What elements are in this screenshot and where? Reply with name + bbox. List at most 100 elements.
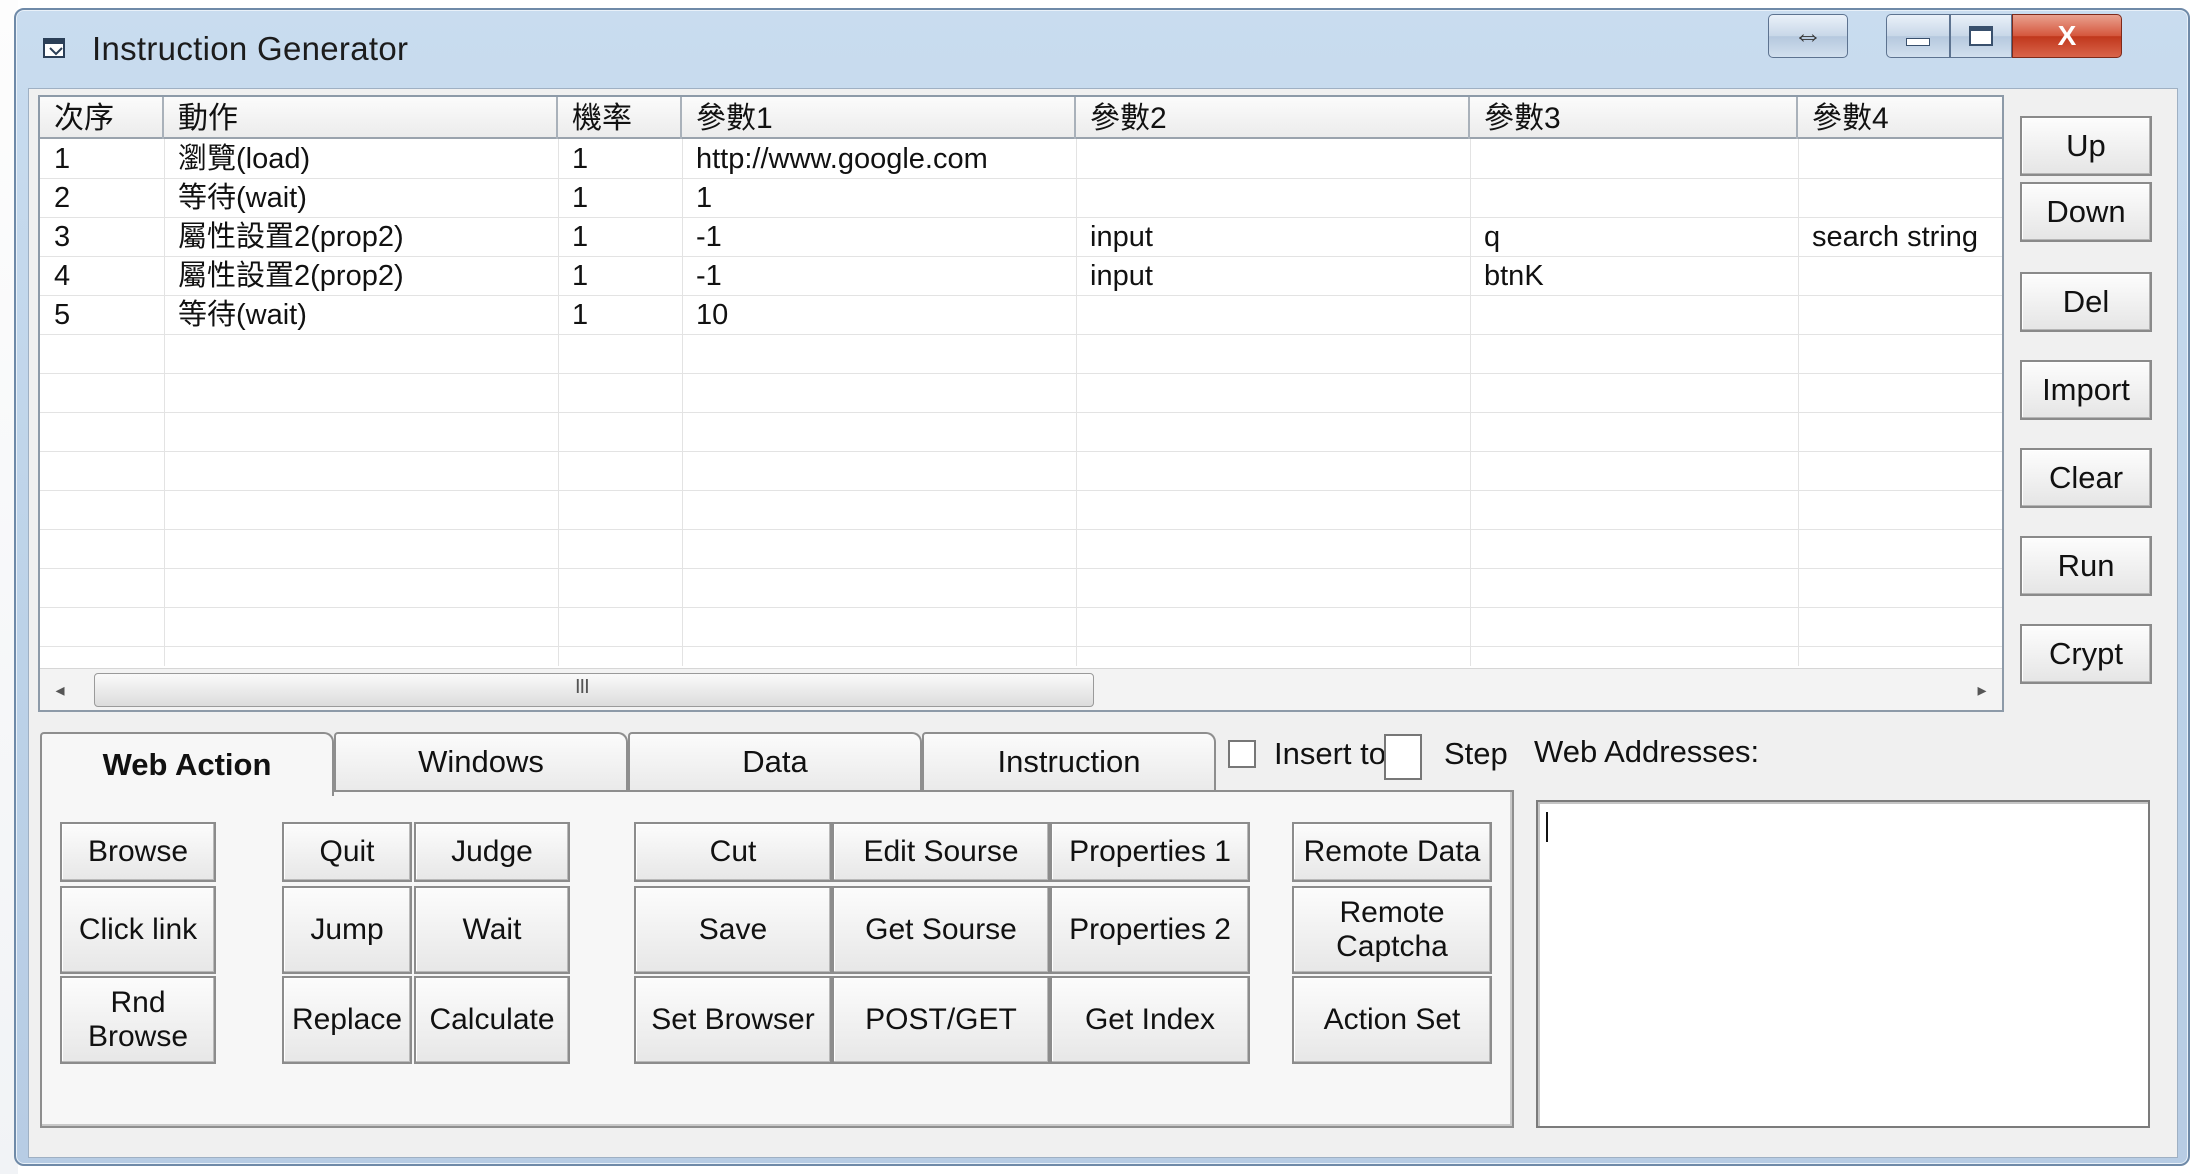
cell-param1[interactable]: -1: [682, 217, 1076, 256]
table-row[interactable]: [40, 334, 2002, 374]
table-row[interactable]: [40, 373, 2002, 413]
crypt-button[interactable]: Crypt: [2020, 624, 2152, 684]
tab-web-action[interactable]: Web Action: [40, 732, 334, 796]
close-button[interactable]: X: [2012, 14, 2122, 58]
tab-windows[interactable]: Windows: [334, 732, 628, 790]
table-row[interactable]: [40, 607, 2002, 647]
properties-1-button[interactable]: Properties 1: [1050, 822, 1250, 882]
cell-param4[interactable]: [1798, 139, 2002, 178]
quit-button[interactable]: Quit: [282, 822, 412, 882]
web-addresses-textbox[interactable]: [1536, 800, 2150, 1128]
remote-captcha-button[interactable]: Remote Captcha: [1292, 886, 1492, 974]
table-row[interactable]: [40, 490, 2002, 530]
table-row[interactable]: 5 等待(wait) 1 10: [40, 295, 2002, 335]
action-set-button[interactable]: Action Set: [1292, 976, 1492, 1064]
cell-param2[interactable]: [1076, 178, 1470, 217]
post-get-button[interactable]: POST/GET: [832, 976, 1050, 1064]
step-input[interactable]: [1384, 734, 1422, 780]
cell-action[interactable]: 等待(wait): [164, 178, 558, 217]
cell-param3[interactable]: [1470, 178, 1798, 217]
table-row[interactable]: 3 屬性設置2(prop2) 1 -1 input q search string: [40, 217, 2002, 257]
cell-probability[interactable]: 1: [558, 217, 682, 256]
cell-param2[interactable]: input: [1076, 256, 1470, 295]
insert-to-checkbox[interactable]: [1228, 740, 1256, 768]
cell-param2[interactable]: [1076, 295, 1470, 334]
cell-action[interactable]: 瀏覽(load): [164, 139, 558, 178]
resize-toggle-button[interactable]: ⇔: [1768, 14, 1848, 58]
table-row[interactable]: [40, 568, 2002, 608]
table-row[interactable]: [40, 412, 2002, 452]
column-header-param3[interactable]: 參數3: [1470, 97, 1798, 139]
column-header-param1[interactable]: 參數1: [682, 97, 1076, 139]
cell-action[interactable]: 屬性設置2(prop2): [164, 256, 558, 295]
scroll-right-arrow-icon[interactable]: ▸: [1970, 677, 1994, 703]
up-button[interactable]: Up: [2020, 116, 2152, 176]
cell-param2[interactable]: input: [1076, 217, 1470, 256]
maximize-button[interactable]: [1950, 14, 2012, 58]
table-row[interactable]: 4 屬性設置2(prop2) 1 -1 input btnK: [40, 256, 2002, 296]
column-header-order[interactable]: 次序: [40, 97, 164, 139]
import-button[interactable]: Import: [2020, 360, 2152, 420]
table-row[interactable]: 1 瀏覽(load) 1 http://www.google.com: [40, 139, 2002, 179]
save-button[interactable]: Save: [634, 886, 832, 974]
cell-param1[interactable]: 1: [682, 178, 1076, 217]
cell-probability[interactable]: 1: [558, 178, 682, 217]
cell-param4[interactable]: [1798, 295, 2002, 334]
double-arrow-icon: ⇔: [1793, 19, 1823, 52]
rnd-browse-button[interactable]: Rnd Browse: [60, 976, 216, 1064]
cell-order[interactable]: 1: [40, 139, 164, 178]
jump-button[interactable]: Jump: [282, 886, 412, 974]
calculate-button[interactable]: Calculate: [414, 976, 570, 1064]
tab-data[interactable]: Data: [628, 732, 922, 790]
run-button[interactable]: Run: [2020, 536, 2152, 596]
edit-source-button[interactable]: Edit Sourse: [832, 822, 1050, 882]
minimize-button[interactable]: [1886, 14, 1950, 58]
cell-param1[interactable]: 10: [682, 295, 1076, 334]
cell-param1[interactable]: -1: [682, 256, 1076, 295]
browse-button[interactable]: Browse: [60, 822, 216, 882]
properties-2-button[interactable]: Properties 2: [1050, 886, 1250, 974]
tab-instruction[interactable]: Instruction: [922, 732, 1216, 790]
cell-action[interactable]: 等待(wait): [164, 295, 558, 334]
cell-param3[interactable]: q: [1470, 217, 1798, 256]
cell-probability[interactable]: 1: [558, 139, 682, 178]
cell-param3[interactable]: btnK: [1470, 256, 1798, 295]
cell-param4[interactable]: search string: [1798, 217, 2002, 256]
cell-param3[interactable]: [1470, 295, 1798, 334]
click-link-button[interactable]: Click link: [60, 886, 216, 974]
scroll-left-arrow-icon[interactable]: ◂: [48, 677, 72, 703]
wait-button[interactable]: Wait: [414, 886, 570, 974]
cell-param1[interactable]: http://www.google.com: [682, 139, 1076, 178]
set-browser-button[interactable]: Set Browser: [634, 976, 832, 1064]
cell-param2[interactable]: [1076, 139, 1470, 178]
column-header-param2[interactable]: 參數2: [1076, 97, 1470, 139]
cell-action[interactable]: 屬性設置2(prop2): [164, 217, 558, 256]
horizontal-scrollbar[interactable]: ◂ III ▸: [40, 668, 2002, 710]
cell-order[interactable]: 4: [40, 256, 164, 295]
cell-order[interactable]: 5: [40, 295, 164, 334]
cell-order[interactable]: 2: [40, 178, 164, 217]
cut-button[interactable]: Cut: [634, 822, 832, 882]
column-header-action[interactable]: 動作: [164, 97, 558, 139]
replace-button[interactable]: Replace: [282, 976, 412, 1064]
cell-param4[interactable]: [1798, 256, 2002, 295]
clear-button[interactable]: Clear: [2020, 448, 2152, 508]
get-index-button[interactable]: Get Index: [1050, 976, 1250, 1064]
judge-button[interactable]: Judge: [414, 822, 570, 882]
get-source-button[interactable]: Get Sourse: [832, 886, 1050, 974]
cell-param3[interactable]: [1470, 139, 1798, 178]
cell-probability[interactable]: 1: [558, 295, 682, 334]
cell-probability[interactable]: 1: [558, 256, 682, 295]
cell-order[interactable]: 3: [40, 217, 164, 256]
instruction-grid[interactable]: 次序 動作 機率 參數1 參數2 參數3 參數4 1 瀏覽(load) 1 http:…: [38, 95, 2004, 712]
table-row[interactable]: [40, 451, 2002, 491]
table-row[interactable]: 2 等待(wait) 1 1: [40, 178, 2002, 218]
cell-param4[interactable]: [1798, 178, 2002, 217]
scrollbar-thumb[interactable]: III: [94, 673, 1094, 707]
remote-data-button[interactable]: Remote Data: [1292, 822, 1492, 882]
table-row[interactable]: [40, 529, 2002, 569]
delete-button[interactable]: Del: [2020, 272, 2152, 332]
down-button[interactable]: Down: [2020, 182, 2152, 242]
column-header-probability[interactable]: 機率: [558, 97, 682, 139]
column-header-param4[interactable]: 參數4: [1798, 97, 2002, 139]
